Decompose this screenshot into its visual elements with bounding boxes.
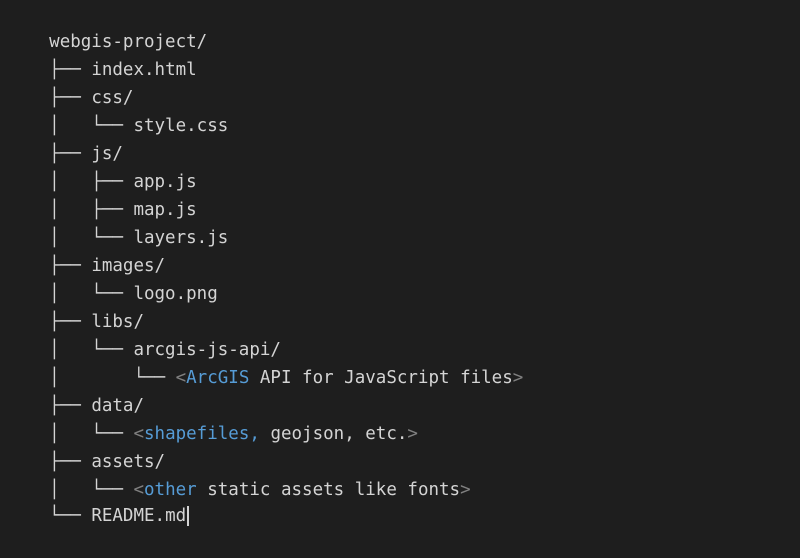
tree-line: ├── libs/ [7,280,144,332]
tree-line: │ ├── app.js [7,140,197,192]
tree-line: │ └── <ArcGIS API for JavaScript files> [7,336,523,388]
tree-line: │ └── style.css [7,84,228,136]
code-editor[interactable]: webgis-project/ ├── index.html ├── css/ … [0,0,800,526]
file-name: README.md [91,506,187,526]
placeholder-text: static assets like fonts [196,480,461,500]
tree-line: ├── assets/ [7,420,165,472]
placeholder-close-bracket: > [407,424,418,444]
tree-line: ├── images/ [7,224,165,276]
placeholder-close-bracket: > [460,480,471,500]
placeholder-text: geojson, etc. [259,424,408,444]
tree-line: │ └── layers.js [7,196,228,248]
tree-line: │ └── arcgis-js-api/ [7,308,281,360]
tree-line: │ ├── map.js [7,168,197,220]
tree-line: │ └── <other static assets like fonts> [7,448,470,500]
tree-root: webgis-project/ [7,0,207,52]
tree-line: │ └── <shapefiles, geojson, etc.> [7,392,418,444]
tree-line: └── README.md [7,474,190,526]
file-name: logo.png [133,284,218,304]
text-cursor [187,506,190,526]
tree-line: │ └── logo.png [7,252,218,304]
placeholder-text: API for JavaScript files [249,368,513,388]
placeholder-open-bracket: < [175,368,187,388]
tree-branch: └── [49,506,92,526]
tree-line: ├── js/ [7,112,123,164]
tree-line: ├── data/ [7,364,144,416]
placeholder-close-bracket: > [512,368,524,388]
tree-line: ├── css/ [7,56,133,108]
placeholder-keyword: ArcGIS [186,368,250,388]
file-name: style.css [133,116,229,136]
tree-line: ├── index.html [7,28,197,80]
